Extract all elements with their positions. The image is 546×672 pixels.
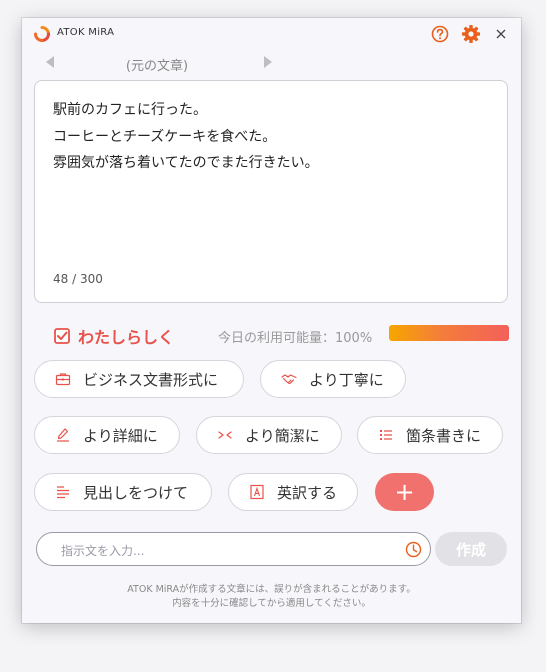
app-window: ATOK MiRA (元の文章) 駅前のカフェに行った。 コーヒーとチーズケーキ…	[22, 18, 521, 623]
translate-english-label: 英訳する	[277, 483, 338, 502]
atok-logo-icon	[34, 26, 50, 42]
more-detailed-label: より詳細に	[83, 426, 158, 445]
more-polite-label: より丁寧に	[309, 370, 384, 389]
pen-write-icon	[57, 428, 69, 442]
text-line: 雰囲気が落ち着いてたのでまた行きたい。	[53, 155, 319, 171]
checkbox-checked-icon[interactable]	[54, 328, 70, 344]
disclaimer-line: ATOK MiRAが作成する文章には、誤りが含まれることがあります。	[127, 584, 416, 595]
bullet-list-label: 箇条書きに	[406, 426, 482, 445]
personal-style-label: わたしらしく	[78, 328, 175, 347]
instruction-placeholder: 指示文を入力...	[61, 544, 145, 558]
create-button[interactable]: 作成	[435, 532, 507, 566]
briefcase-icon	[55, 373, 71, 386]
source-text-area[interactable]: 駅前のカフェに行った。 コーヒーとチーズケーキを食べた。 雰囲気が落ち着いてたの…	[34, 80, 508, 303]
app-title: ATOK MiRA	[57, 27, 115, 38]
help-icon[interactable]	[431, 25, 449, 43]
translate-english-button[interactable]: 英訳する	[228, 473, 358, 511]
settings-gear-icon[interactable]	[461, 24, 481, 44]
compress-arrows-icon	[218, 431, 232, 439]
more-concise-label: より簡潔に	[245, 426, 320, 445]
close-icon[interactable]	[494, 27, 508, 41]
add-headings-label: 見出しをつけて	[83, 483, 189, 502]
next-arrow-icon[interactable]	[262, 55, 274, 69]
titlebar: ATOK MiRA	[22, 18, 521, 50]
business-format-label: ビジネス文書形式に	[83, 370, 219, 389]
business-format-button[interactable]: ビジネス文書形式に	[34, 360, 244, 398]
usage-text: 今日の利用可能量：100%	[218, 331, 373, 346]
character-counter: 48 / 300	[53, 272, 103, 286]
original-text-label: (元の文章)	[125, 59, 189, 74]
instruction-input[interactable]: 指示文を入力...	[36, 532, 431, 566]
usage-bar	[389, 325, 509, 341]
letter-a-icon	[250, 484, 264, 500]
disclaimer: ATOK MiRAが作成する文章には、誤りが含まれることがあります。 内容を十分…	[22, 583, 521, 611]
add-headings-button[interactable]: 見出しをつけて	[34, 473, 212, 511]
text-line: コーヒーとチーズケーキを食べた。	[53, 128, 277, 145]
more-detailed-button[interactable]: より詳細に	[34, 416, 180, 454]
more-polite-button[interactable]: より丁寧に	[260, 360, 406, 398]
bullet-list-icon	[380, 430, 392, 440]
bullet-list-button[interactable]: 箇条書きに	[357, 416, 503, 454]
source-text: 駅前のカフェに行った。 コーヒーとチーズケーキを食べた。 雰囲気が落ち着いてたの…	[53, 97, 319, 177]
personal-style-toggle[interactable]: わたしらしく	[54, 324, 174, 348]
heading-lines-icon	[57, 486, 69, 499]
handshake-icon	[281, 374, 297, 385]
more-concise-button[interactable]: より簡潔に	[196, 416, 342, 454]
text-line: 駅前のカフェに行った。	[53, 102, 207, 118]
previous-arrow-icon[interactable]	[44, 55, 56, 69]
history-clock-icon[interactable]	[405, 541, 422, 558]
disclaimer-line: 内容を十分に確認してから適用してください。	[172, 598, 371, 609]
add-action-button[interactable]: +	[375, 473, 434, 511]
